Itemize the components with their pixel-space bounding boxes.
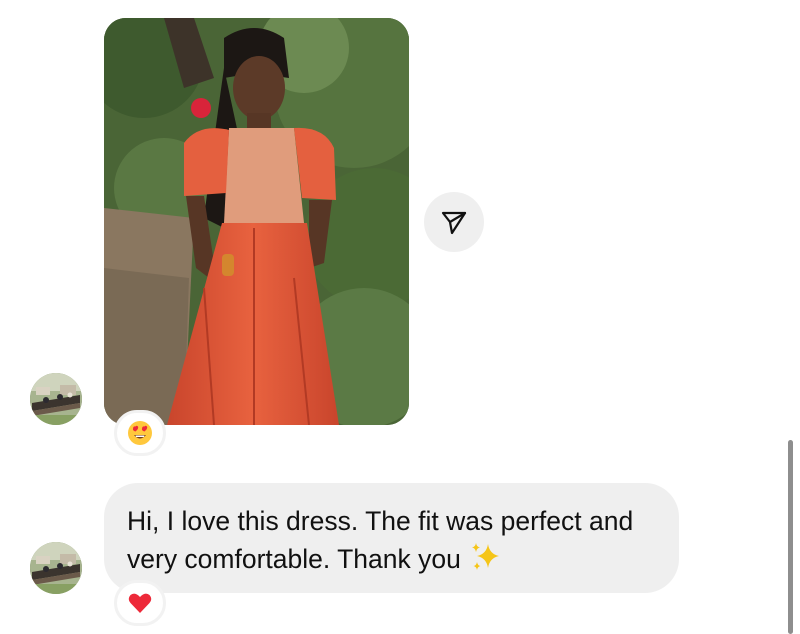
avatar-image [30,542,82,594]
text-message[interactable]: Hi, I love this dress. The fit was perfe… [104,483,679,593]
heart-icon [128,593,152,613]
sender-avatar[interactable] [30,373,82,425]
scrollbar[interactable] [788,440,793,634]
text-reaction[interactable]: ❤️ [114,580,166,626]
shared-photo [104,18,409,425]
photo-message[interactable] [104,18,409,425]
share-button[interactable] [424,192,484,252]
avatar-image [30,373,82,425]
send-icon [441,211,467,235]
photo-reaction[interactable]: 😍 [114,410,166,456]
heart-eyes-emoji-icon [128,421,152,445]
sender-avatar[interactable] [30,542,82,594]
message-text: Hi, I love this dress. The fit was perfe… [127,506,634,574]
sparkles-icon [472,543,500,570]
